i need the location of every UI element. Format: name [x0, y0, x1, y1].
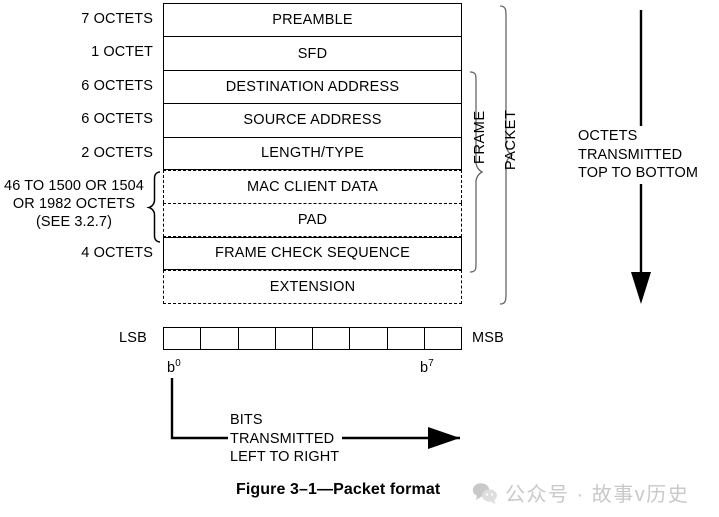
bit-index-b0-number: 0: [175, 358, 181, 370]
bit-cell[interactable]: [201, 328, 239, 349]
field-row-preamble: PREAMBLE: [163, 3, 462, 37]
field-label-pad: PAD: [297, 212, 328, 229]
size-label-source: 6 OCTETS: [81, 111, 153, 127]
field-label-preamble: PREAMBLE: [272, 12, 353, 29]
field-row-mac-client-data: MAC CLIENT DATA: [163, 169, 462, 204]
size-label-destination: 6 OCTETS: [81, 78, 153, 94]
field-row-pad: PAD: [163, 203, 462, 237]
bit-cell[interactable]: [387, 328, 425, 349]
field-row-length-type: LENGTH/TYPE: [163, 136, 462, 170]
figure-caption: Figure 3–1—Packet format: [236, 481, 441, 498]
bit-index-b0: b0: [167, 358, 181, 376]
size-label-fcs: 4 OCTETS: [81, 245, 153, 261]
size-label-sfd: 1 OCTET: [91, 44, 153, 60]
frame-brace-icon: [469, 71, 484, 273]
bit-cell[interactable]: [313, 328, 351, 349]
bit-cell[interactable]: [350, 328, 388, 349]
field-label-extension: EXTENSION: [269, 278, 356, 295]
bits-transmitted-note: BITS TRANSMITTED LEFT TO RIGHT: [228, 411, 343, 467]
size-label-preamble: 7 OCTETS: [81, 11, 153, 27]
field-label-mac-client-data: MAC CLIENT DATA: [246, 179, 379, 196]
field-row-destination-address: DESTINATION ADDRESS: [163, 69, 462, 104]
msb-label: MSB: [472, 330, 505, 346]
size-label-mac-client-data-line2: OR 1982 OCTETS: [12, 196, 136, 212]
field-row-sfd: SFD: [163, 36, 462, 70]
bit-cell[interactable]: [164, 328, 202, 349]
bit-cell-strip: [163, 327, 462, 350]
bit-cell[interactable]: [424, 328, 461, 349]
data-size-brace-icon: [146, 171, 161, 243]
size-label-mac-client-data-line1: 46 TO 1500 OR 1504: [4, 178, 144, 194]
field-label-length-type: LENGTH/TYPE: [261, 145, 364, 162]
size-label-mac-client-data-line3: (SEE 3.2.7): [35, 214, 113, 230]
watermark: 公众号 · 故事v历史: [472, 478, 689, 507]
field-label-sfd: SFD: [297, 45, 328, 62]
packet-format-figure: 7 OCTETS 1 OCTET 6 OCTETS 6 OCTETS 2 OCT…: [0, 0, 719, 517]
field-row-frame-check-sequence: FRAME CHECK SEQUENCE: [163, 236, 462, 271]
packet-bracket-label: PACKET: [503, 109, 519, 170]
bit-index-b7: b7: [420, 358, 434, 376]
field-label-destination-address: DESTINATION ADDRESS: [225, 78, 400, 95]
bit-cell[interactable]: [275, 328, 313, 349]
lsb-label: LSB: [119, 330, 148, 346]
watermark-text: 公众号 · 故事v历史: [505, 484, 690, 506]
field-row-extension: EXTENSION: [163, 270, 462, 304]
octets-transmitted-note: OCTETS TRANSMITTED TOP TO BOTTOM: [578, 126, 701, 184]
size-label-length-type: 2 OCTETS: [81, 145, 153, 161]
packet-field-stack: PREAMBLE SFD DESTINATION ADDRESS SOURCE …: [163, 3, 462, 304]
field-row-source-address: SOURCE ADDRESS: [163, 103, 462, 137]
bit-index-b7-number: 7: [428, 358, 434, 370]
wechat-logo-icon: [472, 482, 497, 504]
bit-cell[interactable]: [238, 328, 276, 349]
frame-bracket-label: FRAME: [472, 110, 488, 164]
field-label-source-address: SOURCE ADDRESS: [243, 112, 382, 129]
field-label-frame-check-sequence: FRAME CHECK SEQUENCE: [215, 245, 410, 262]
